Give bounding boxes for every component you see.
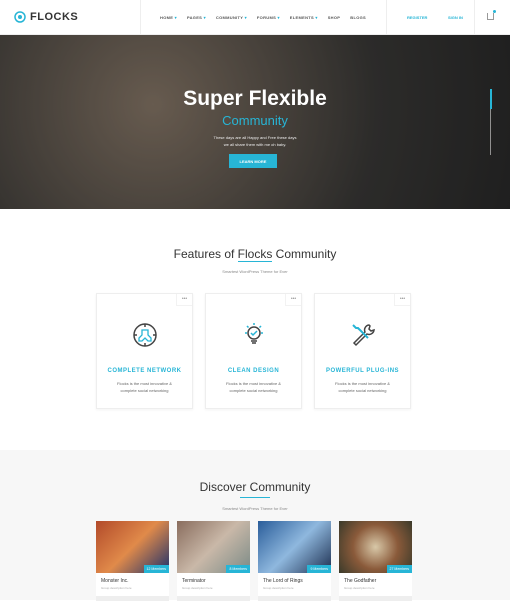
- features-title: Features of Flocks Community: [173, 247, 337, 262]
- nav-home[interactable]: HOME ▾: [160, 15, 177, 20]
- logo-icon: [14, 11, 26, 23]
- wrench-screwdriver-icon: [351, 324, 375, 347]
- features-subtitle: Smartest WordPress Theme for Ever: [222, 269, 288, 274]
- chevron-down-icon: ▾: [243, 15, 247, 20]
- feature-card: ••• CLEAN DESIGN Flocks is the most inno…: [205, 293, 302, 409]
- nav-shop[interactable]: SHOP: [328, 15, 341, 20]
- discover-subtitle: Smartest WordPress Theme for Ever: [222, 506, 288, 511]
- group-card[interactable]: 8 Members Terminator Group description her…: [177, 521, 250, 601]
- nav-forums[interactable]: FORUMS ▾: [257, 15, 280, 20]
- register-link[interactable]: REGISTER: [407, 15, 427, 20]
- feature-card: ••• POWERFUL PLUG-INS Flocks is the most…: [314, 293, 411, 409]
- lightbulb-icon: [244, 323, 263, 344]
- feature-card: ••• COMPLETE NETWORK Flocks is the most …: [96, 293, 193, 409]
- hero-title: Super Flexible: [183, 87, 327, 110]
- more-menu-icon[interactable]: •••: [394, 294, 410, 306]
- main-nav: HOME ▾ PAGES ▾ COMMUNITY ▾ FORUMS ▾ ELEM…: [160, 0, 366, 35]
- hero-banner: Super Flexible Community These days are …: [0, 35, 510, 209]
- group-card[interactable]: 12 Members Monster Inc. Group description …: [96, 521, 169, 601]
- nav-blogs[interactable]: BLOGS: [350, 15, 366, 20]
- group-image: 8 Members: [177, 521, 250, 573]
- logo[interactable]: FLOCKS: [14, 11, 78, 23]
- hero-text: These days are all Happy and Free these …: [213, 135, 297, 147]
- nav-pages[interactable]: PAGES ▾: [187, 15, 206, 20]
- more-menu-icon[interactable]: •••: [285, 294, 301, 306]
- discover-title: Discover Community: [199, 480, 311, 494]
- group-image: 9 Members: [258, 521, 331, 573]
- chevron-down-icon: ▾: [202, 15, 206, 20]
- network-icon: [132, 323, 157, 347]
- features-section: Features of Flocks Community Smartest Wo…: [0, 209, 510, 450]
- chevron-down-icon: ▾: [313, 15, 318, 20]
- chevron-down-icon: ▾: [276, 15, 280, 20]
- discover-section: Discover Community Smartest WordPress Th…: [0, 450, 510, 601]
- group-card[interactable]: 9 Members The Lord of Rings Group descript…: [258, 521, 331, 601]
- nav-community[interactable]: COMMUNITY ▾: [216, 15, 247, 20]
- chevron-down-icon: ▾: [173, 15, 177, 20]
- cart-icon[interactable]: [487, 10, 496, 20]
- logo-text: FLOCKS: [30, 11, 79, 23]
- header: FLOCKS HOME ▾ PAGES ▾ COMMUNITY ▾ FORUMS…: [0, 0, 510, 35]
- group-card[interactable]: 27 Members The Godfather Group description…: [339, 521, 412, 601]
- slider-indicator[interactable]: [489, 89, 492, 155]
- more-menu-icon[interactable]: •••: [176, 294, 192, 306]
- learn-more-button[interactable]: LEARN MORE: [229, 154, 277, 168]
- hero-subtitle: Community: [222, 113, 288, 128]
- signin-link[interactable]: SIGN IN: [448, 15, 463, 20]
- group-image: 27 Members: [339, 521, 412, 573]
- nav-elements[interactable]: ELEMENTS ▾: [290, 15, 318, 20]
- group-image: 12 Members: [96, 521, 169, 573]
